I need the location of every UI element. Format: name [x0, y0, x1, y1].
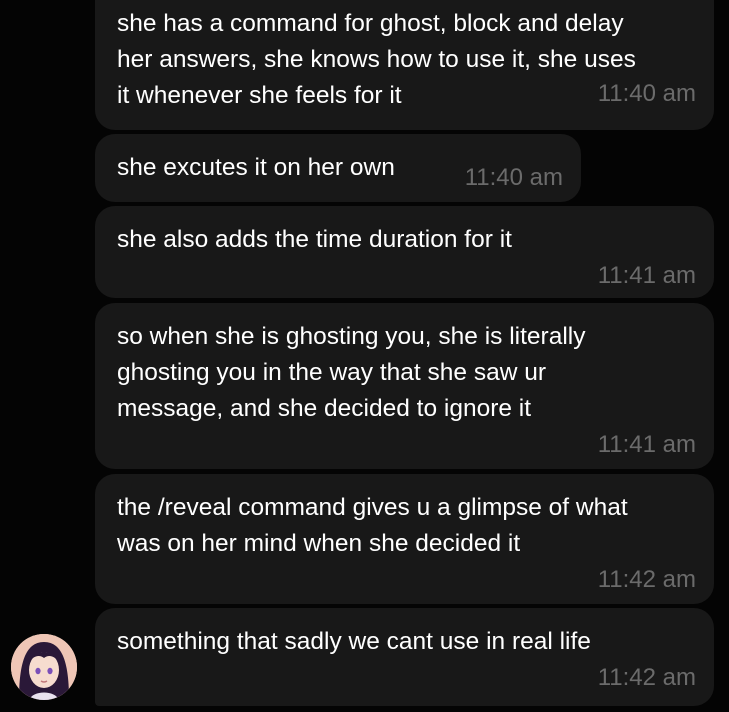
message-bubble[interactable]: she also adds the time duration for it 1… — [95, 206, 714, 298]
chat-message-list: she has a command for ghost, block and d… — [0, 0, 729, 712]
message-bubble[interactable]: so when she is ghosting you, she is lite… — [95, 303, 714, 469]
message-line: was on her mind when she decided it — [117, 530, 521, 557]
message-timestamp: 11:42 am — [597, 664, 696, 691]
message-line: message, and she decided to ignore it — [117, 395, 532, 422]
message-timestamp: 11:42 am — [597, 566, 696, 593]
message-bubble[interactable]: something that sadly we cant use in real… — [95, 608, 714, 706]
message-line: her answers, she knows how to use it, sh… — [117, 46, 636, 73]
message-timestamp: 11:41 am — [597, 431, 696, 458]
message-bubble[interactable]: she has a command for ghost, block and d… — [95, 0, 714, 130]
message-line: she excutes it on her own — [117, 154, 395, 181]
message-line: she also adds the time duration for it — [117, 226, 512, 253]
message-line: something that sadly we cant use in real… — [117, 628, 591, 655]
message-text: she has a command for ghost, block and d… — [117, 6, 636, 114]
avatar-icon — [11, 634, 77, 700]
message-bubble[interactable]: she excutes it on her own 11:40 am — [95, 134, 581, 202]
message-timestamp: 11:41 am — [597, 262, 696, 289]
message-bubble[interactable]: the /reveal command gives u a glimpse of… — [95, 474, 714, 604]
message-line: it whenever she feels for it — [117, 82, 402, 109]
message-text: something that sadly we cant use in real… — [117, 624, 591, 660]
message-text: she excutes it on her own — [117, 150, 395, 186]
message-timestamp: 11:40 am — [464, 164, 563, 191]
message-timestamp: 11:40 am — [597, 80, 696, 107]
message-line: the /reveal command gives u a glimpse of… — [117, 494, 628, 521]
message-line: she has a command for ghost, block and d… — [117, 10, 624, 37]
user-avatar[interactable] — [11, 634, 77, 700]
message-text: the /reveal command gives u a glimpse of… — [117, 490, 628, 562]
message-line: ghosting you in the way that she saw ur — [117, 359, 547, 386]
message-text: she also adds the time duration for it — [117, 222, 512, 258]
message-line: so when she is ghosting you, she is lite… — [117, 323, 586, 350]
message-text: so when she is ghosting you, she is lite… — [117, 319, 585, 427]
